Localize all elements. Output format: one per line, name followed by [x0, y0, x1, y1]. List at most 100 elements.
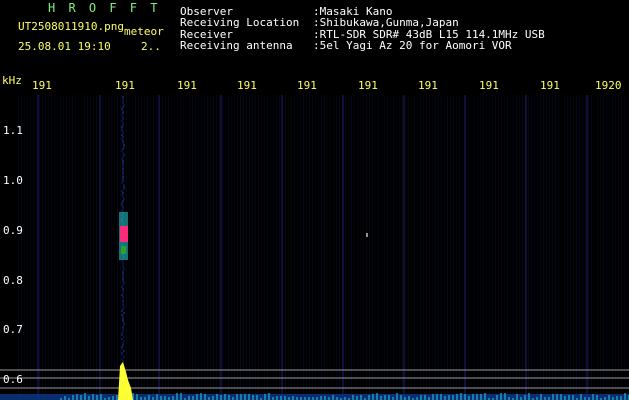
- echo-trail: [122, 298, 124, 300]
- baseline-tick: [268, 393, 270, 400]
- noise-streak: [360, 95, 361, 400]
- noise-streak: [498, 95, 499, 400]
- baseline-tick: [204, 394, 206, 400]
- noise-streak: [171, 95, 172, 400]
- baseline-tick: [212, 396, 214, 400]
- echo-trail: [122, 96, 124, 98]
- echo-trail: [122, 304, 124, 306]
- echo-trail: [123, 322, 125, 324]
- noise-streak: [510, 95, 511, 400]
- echo-trail: [122, 156, 124, 158]
- echo-trail: [121, 202, 123, 204]
- baseline-tick: [540, 394, 542, 400]
- noise-streak: [600, 95, 601, 400]
- echo-trail: [122, 102, 124, 104]
- noise-streak: [324, 95, 325, 400]
- noise-streak: [453, 95, 454, 400]
- noise-streak: [36, 95, 37, 400]
- noise-streak: [231, 95, 232, 400]
- baseline-tick: [620, 396, 622, 400]
- echo-trail: [123, 184, 125, 186]
- noise-streak: [408, 95, 409, 400]
- baseline-tick: [444, 396, 446, 400]
- baseline-tick: [320, 396, 322, 400]
- x-tick: 191: [540, 79, 560, 92]
- noise-streak: [105, 95, 106, 400]
- noise-streak: [396, 95, 397, 400]
- baseline-tick: [96, 395, 98, 400]
- echo-trail: [122, 274, 124, 276]
- baseline-tick: [88, 396, 90, 400]
- echo-trail: [123, 336, 125, 338]
- noise-streak: [45, 95, 46, 400]
- baseline-tick: [192, 396, 194, 400]
- noise-streak: [300, 95, 301, 400]
- echo-trail: [123, 188, 125, 190]
- echo-trail: [121, 334, 123, 336]
- baseline-tick: [100, 394, 102, 400]
- noise-streak: [345, 95, 346, 400]
- noise-streak: [363, 95, 364, 400]
- noise-streak: [75, 95, 76, 400]
- echo-fringe: [121, 246, 126, 254]
- noise-streak: [285, 95, 286, 400]
- echo-trail: [121, 260, 123, 262]
- noise-streak: [243, 95, 244, 400]
- echo-trail: [122, 300, 124, 302]
- noise-streak: [474, 95, 475, 400]
- echo-trail: [121, 138, 123, 140]
- echo-trail: [122, 148, 124, 150]
- noise-streak: [267, 95, 268, 400]
- echo-trail: [122, 110, 124, 112]
- echo-trail: [122, 100, 124, 102]
- noise-streaks: [18, 95, 628, 400]
- noise-streak: [570, 95, 571, 400]
- noise-streak: [69, 95, 70, 400]
- y-tick: 1.0: [3, 174, 23, 187]
- baseline-tick: [420, 395, 422, 400]
- baseline-tick: [352, 395, 354, 400]
- echo-trail: [123, 198, 125, 200]
- noise-streak: [573, 95, 574, 400]
- noise-streak: [312, 95, 313, 400]
- echo-trail: [122, 112, 124, 114]
- baseline-tick: [624, 393, 626, 400]
- noise-streak: [414, 95, 415, 400]
- noise-streak: [513, 95, 514, 400]
- echo-trail: [121, 150, 123, 152]
- baseline-tick: [216, 394, 218, 400]
- noise-streak: [183, 95, 184, 400]
- baseline-tick: [472, 394, 474, 400]
- noise-streak: [420, 95, 421, 400]
- y-tick: 0.9: [3, 224, 23, 237]
- noise-streak: [543, 95, 544, 400]
- echo-trail: [122, 266, 124, 268]
- noise-streak: [447, 95, 448, 400]
- echo-trail: [121, 126, 123, 128]
- noise-streak: [270, 95, 271, 400]
- echo-trail: [123, 356, 125, 358]
- echo-trail: [121, 130, 123, 132]
- noise-streak: [405, 95, 406, 400]
- echo-trail: [121, 108, 123, 110]
- baseline-tick: [156, 394, 158, 400]
- noise-streak: [177, 95, 178, 400]
- noise-streak: [78, 95, 79, 400]
- echo-trail: [123, 350, 125, 352]
- baseline-tick: [92, 394, 94, 400]
- filename-label: UT2508011910.png: [18, 20, 124, 33]
- noise-streak: [612, 95, 613, 400]
- baseline-tick: [244, 394, 246, 400]
- baseline-tick: [252, 395, 254, 400]
- noise-streak: [531, 95, 532, 400]
- noise-streak: [501, 95, 502, 400]
- baseline-tick: [84, 393, 86, 400]
- app-title: H R O F F T: [48, 1, 161, 15]
- noise-streak: [618, 95, 619, 400]
- baseline-tick: [528, 393, 530, 400]
- echo-trail: [122, 140, 124, 142]
- baseline-tick: [432, 394, 434, 400]
- noise-streak: [435, 95, 436, 400]
- noise-streak: [354, 95, 355, 400]
- noise-streak: [66, 95, 67, 400]
